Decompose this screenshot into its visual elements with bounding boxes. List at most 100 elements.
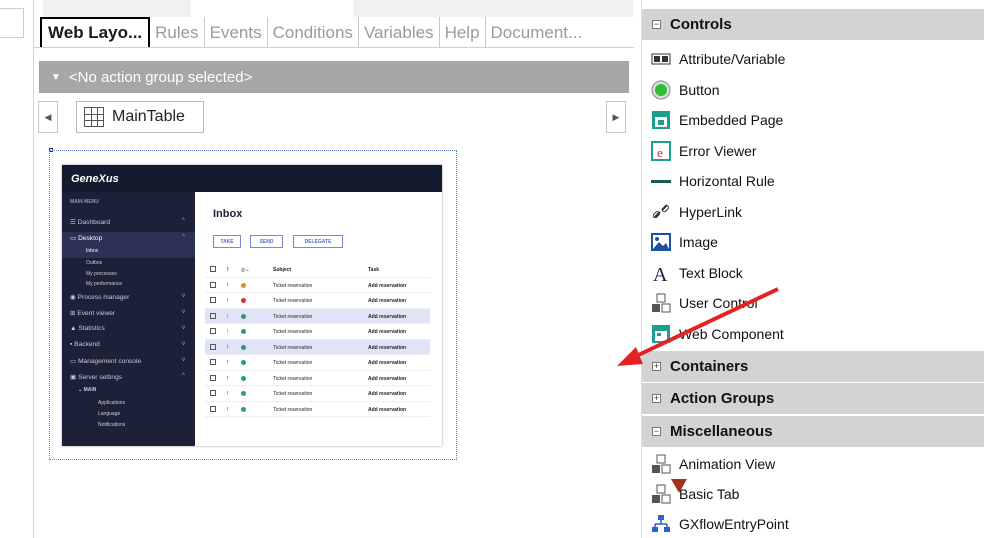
toolbox-item-embedded-page[interactable]: Embedded Page — [642, 105, 984, 135]
toolbox-item-label: Text Block — [679, 264, 743, 281]
toolbox-top — [642, 0, 984, 9]
table-row: ! Ticket reservation Add reservation — [205, 278, 430, 293]
table-row: ! Ticket reservation Add reservation — [205, 371, 430, 386]
toolbox-item-hyperlink[interactable]: HyperLink — [642, 197, 984, 227]
priority-icon: ! — [227, 267, 229, 273]
toolbox-item-animation-view[interactable]: Animation View — [642, 449, 984, 479]
action-groups-header[interactable]: + Action Groups — [642, 383, 984, 414]
main-table-label: MainTable — [112, 108, 185, 125]
toolbox-item-image[interactable]: Image — [642, 227, 984, 257]
table-row: ! Ticket reservation Add reservation — [205, 293, 430, 309]
delegate-button: DELEGATE — [293, 235, 343, 248]
toolbox-item-attribute-variable[interactable]: Attribute/Variable — [642, 44, 984, 74]
row-task: Add reservation — [368, 406, 407, 413]
main-table-selector[interactable]: MainTable — [76, 101, 204, 133]
preview-table: ! ◎⌄ Subject Task ! Ticket reservation A… — [205, 262, 430, 417]
status-dot-icon — [241, 344, 246, 350]
text-block-icon: A — [651, 263, 671, 286]
tab-documentation[interactable]: Document... — [486, 17, 588, 47]
row-subject: Ticket reservation — [273, 406, 313, 413]
checkbox-icon — [210, 343, 216, 350]
chevron-down-icon: v — [182, 357, 185, 363]
tab-events[interactable]: Events — [205, 17, 268, 47]
toolbox-item-label: Image — [679, 234, 718, 250]
row-task: Add reservation — [368, 375, 407, 382]
svg-text:e: e — [657, 145, 663, 160]
attribute-variable-icon — [651, 49, 671, 69]
tab-rules[interactable]: Rules — [150, 17, 205, 47]
status-dot-icon — [241, 391, 246, 396]
toolbox-item-label: GXflowEntryPoint — [679, 516, 789, 532]
user-control-icon — [651, 293, 671, 313]
priority-icon: ! — [227, 375, 229, 382]
row-task: Add reservation — [368, 391, 407, 397]
checkbox-icon — [210, 405, 216, 412]
status-dot-icon — [241, 298, 246, 303]
menu-item-label: Dashboard — [77, 219, 111, 226]
action-group-label: <No action group selected> — [68, 68, 253, 86]
image-icon — [651, 232, 671, 252]
left-panel-stub — [0, 8, 24, 38]
embedded-page-icon — [651, 110, 671, 130]
chevron-down-icon: v — [182, 293, 185, 299]
tab-conditions[interactable]: Conditions — [268, 17, 359, 47]
containers-header[interactable]: + Containers — [642, 351, 984, 382]
priority-icon: ! — [227, 282, 229, 289]
hyperlink-icon — [651, 202, 671, 222]
next-button[interactable]: ▶ — [606, 101, 626, 133]
menu-item: ⌄ MAIN — [78, 387, 97, 393]
tab-strip-gap — [191, 0, 353, 17]
checkbox-icon — [210, 359, 216, 365]
menu-item: ▪ Backend — [70, 341, 100, 348]
tab-variables[interactable]: Variables — [359, 17, 440, 47]
chevron-right-icon: ▶ — [612, 111, 620, 122]
menu-item: Language — [98, 411, 121, 417]
row-task: Add reservation — [368, 282, 407, 289]
status-dot-icon — [241, 360, 246, 365]
toolbox-item-label: Basic Tab — [679, 486, 740, 502]
previous-button[interactable]: ◀ — [38, 101, 58, 133]
toolbox-item-label: Embedded Page — [679, 112, 784, 128]
basic-tab-icon — [651, 484, 671, 504]
toolbox-item-label: Horizontal Rule — [679, 173, 775, 189]
toolbox-item-user-control[interactable]: User Control — [642, 288, 984, 318]
table-row: ! Ticket reservation Add reservation — [205, 339, 430, 355]
menu-item: ◉ Process manager — [70, 294, 130, 301]
toolbox-item-gxflow-entrypoint[interactable]: GXflowEntryPoint — [642, 509, 984, 538]
menu-item: ▭ Management console — [70, 358, 142, 365]
toolbox-item-text-block[interactable]: A Text Block — [642, 258, 984, 288]
table-header-row: ! ◎⌄ Subject Task — [205, 262, 430, 278]
toolbox-item-label: User Control — [679, 295, 758, 311]
menu-item: ▣ Server settings — [70, 374, 123, 381]
collapse-icon: − — [652, 426, 661, 436]
toolbox-item-web-component[interactable]: Web Component — [642, 319, 984, 349]
miscellaneous-header-label: Miscellaneous — [670, 423, 773, 440]
row-subject: Ticket reservation — [273, 391, 313, 397]
tab-web-layout[interactable]: Web Layo... — [40, 17, 151, 47]
chevron-down-icon: ▼ — [51, 71, 61, 83]
row-subject: Ticket reservation — [273, 298, 313, 304]
controls-header[interactable]: − Controls — [642, 9, 984, 40]
toolbox-item-basic-tab[interactable]: Basic Tab — [642, 479, 984, 509]
action-group-bar[interactable]: ▼ <No action group selected> — [39, 61, 629, 93]
status-dot-icon — [241, 313, 246, 319]
toolbox-item-error-viewer[interactable]: e Error Viewer — [642, 136, 984, 166]
menu-item-label: Management console — [78, 358, 142, 365]
expand-icon: + — [652, 361, 661, 371]
menu-item: My performance — [86, 281, 123, 287]
checkbox-icon — [210, 297, 216, 303]
row-subject: Ticket reservation — [273, 375, 313, 382]
toolbox-item-label: Web Component — [679, 325, 784, 342]
status-dot-icon — [241, 329, 246, 334]
checkbox-icon — [210, 312, 216, 319]
web-form-editor: Web Layo... Rules Events Conditions Vari… — [33, 0, 634, 538]
toolbox-item-button[interactable]: Button — [642, 75, 984, 105]
expand-icon: + — [652, 393, 661, 403]
miscellaneous-header[interactable]: − Miscellaneous — [642, 416, 984, 447]
toolbox-item-horizontal-rule[interactable]: Horizontal Rule — [642, 166, 984, 196]
menu-section-title: MAIN MENU — [70, 199, 99, 205]
checkbox-icon — [210, 390, 216, 396]
preview-title: Inbox — [213, 208, 243, 220]
menu-item-label: Process manager — [77, 294, 130, 301]
tab-help[interactable]: Help — [440, 17, 486, 47]
